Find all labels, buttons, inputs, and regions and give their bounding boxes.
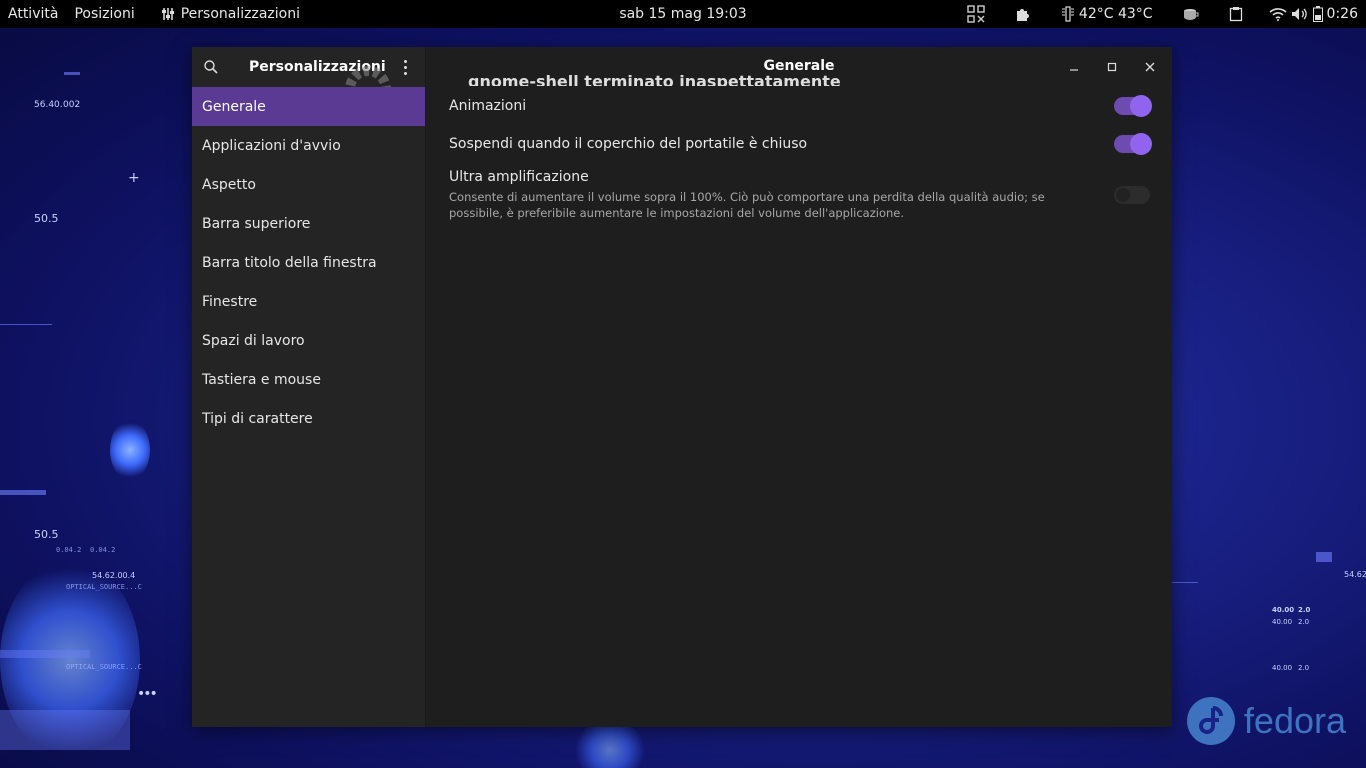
clipboard-icon	[1229, 7, 1242, 22]
sidebar-list: Generale Applicazioni d'avvio Aspetto Ba…	[192, 87, 425, 438]
wallpaper-label: 40.00	[1272, 606, 1295, 614]
content-pane: Generale gnome-shell terminato inaspetta…	[426, 47, 1172, 727]
menu-button[interactable]	[397, 57, 413, 77]
app-menu[interactable]: Personalizzazioni	[143, 6, 300, 22]
wallpaper-label: 2.0	[1298, 618, 1310, 626]
battery-icon	[1312, 6, 1323, 22]
wallpaper-label: 40.00	[1272, 664, 1293, 672]
top-bar: Attività Posizioni Personalizzazioni sab…	[0, 0, 1366, 28]
caffeine-indicator[interactable]	[1175, 0, 1207, 28]
setting-row-ultra-amplificazione: Ultra amplificazione Consente di aumenta…	[449, 163, 1150, 221]
fedora-wordmark: fedora	[1243, 700, 1346, 741]
wallpaper-label: 0.04.2	[56, 546, 82, 554]
extensions-indicator[interactable]	[1007, 0, 1039, 28]
sidebar-item-finestre[interactable]: Finestre	[192, 282, 425, 321]
fedora-icon	[1186, 697, 1235, 745]
tweaks-icon	[161, 8, 174, 20]
menu-dot	[403, 71, 407, 75]
sidebar-item-tipi-carattere[interactable]: Tipi di carattere	[192, 399, 425, 438]
setting-row-animazioni: Animazioni	[449, 87, 1152, 125]
temperature-readout: 42°C 43°C	[1078, 6, 1153, 22]
wallpaper-label: 54.62.00.4	[92, 571, 136, 580]
wallpaper-label: 50.5	[34, 212, 59, 225]
clipboard-indicator[interactable]	[1221, 0, 1251, 28]
menu-dot	[403, 59, 407, 63]
sidebar-item-barra-titolo[interactable]: Barra titolo della finestra	[192, 243, 425, 282]
plus-icon: +	[128, 170, 140, 186]
sidebar-item-barra-superiore[interactable]: Barra superiore	[192, 204, 425, 243]
close-button[interactable]	[1138, 57, 1162, 77]
wallpaper-label: 54.62	[1344, 570, 1366, 579]
clock[interactable]: sab 15 mag 19:03	[619, 6, 746, 22]
wallpaper-line	[0, 490, 46, 495]
wallpaper-label: 2.0	[1298, 606, 1311, 614]
places-menu[interactable]: Posizioni	[66, 0, 142, 28]
sidebar-item-spazi-lavoro[interactable]: Spazi di lavoro	[192, 321, 425, 360]
sidebar-item-generale[interactable]: Generale	[192, 87, 425, 126]
search-icon	[204, 60, 218, 74]
maximize-button[interactable]	[1100, 57, 1124, 77]
grid-icon	[967, 5, 985, 23]
wallpaper-label: 50.5	[34, 528, 59, 541]
gear-icon	[344, 65, 392, 87]
wallpaper-label: 0.04.2	[90, 546, 116, 554]
puzzle-icon	[1016, 9, 1029, 21]
menu-dot	[403, 65, 407, 69]
volume-icon	[1291, 8, 1307, 20]
fedora-logo: fedora	[1186, 696, 1346, 746]
setting-description: Consente di aumentare il volume sopra il…	[449, 190, 1045, 220]
activities-button[interactable]: Attività	[0, 0, 66, 28]
minimize-icon	[1070, 69, 1078, 71]
settings-list: Animazioni Sospendi quando il coperchio …	[426, 87, 1172, 221]
wallpaper-label: OPTICAL_SOURCE...C	[66, 583, 142, 591]
sidebar-header: Personalizzazioni	[192, 47, 425, 87]
setting-label: Sospendi quando il coperchio del portati…	[449, 136, 808, 152]
workspace-indicator[interactable]	[959, 0, 993, 28]
dots-icon: •••	[137, 686, 158, 702]
wallpaper-line	[1316, 552, 1332, 562]
wallpaper-label: 56.40.	[34, 100, 63, 110]
animazioni-toggle[interactable]	[1114, 95, 1152, 117]
coffee-cup-icon	[1183, 9, 1199, 20]
wallpaper-label: 40.00	[1272, 618, 1293, 626]
wallpaper-glow	[110, 420, 150, 480]
wifi-icon	[1269, 8, 1287, 21]
app-name: Personalizzazioni	[180, 6, 300, 22]
ultra-amplificazione-toggle[interactable]	[1114, 186, 1150, 204]
minimize-button[interactable]	[1062, 57, 1086, 77]
temperature-indicator[interactable]: 42°C 43°C	[1053, 0, 1161, 28]
header-bar: Generale gnome-shell terminato inaspetta…	[426, 47, 1172, 87]
setting-row-sospendi: Sospendi quando il coperchio del portati…	[449, 125, 1152, 163]
system-menu[interactable]: 0:26	[1261, 0, 1366, 28]
wallpaper-line	[0, 324, 52, 325]
sidebar: Personalizzazioni Generale Applicazioni …	[192, 47, 426, 727]
maximize-icon	[1107, 62, 1117, 72]
crash-notice: gnome-shell terminato inaspettatamente	[468, 72, 841, 86]
wallpaper-label: 2.0	[1298, 664, 1310, 672]
setting-label: Ultra amplificazione	[449, 169, 589, 185]
wallpaper-label: 002	[63, 100, 81, 110]
close-icon	[1145, 62, 1155, 72]
wallpaper-line	[0, 650, 90, 658]
thermometer-icon	[1061, 6, 1074, 22]
sidebar-item-tastiera-mouse[interactable]: Tastiera e mouse	[192, 360, 425, 399]
wallpaper-glow	[575, 720, 645, 768]
tweaks-window: Personalizzazioni Generale Applicazioni …	[192, 47, 1172, 727]
sidebar-item-aspetto[interactable]: Aspetto	[192, 165, 425, 204]
search-button[interactable]	[192, 47, 230, 87]
sospendi-toggle[interactable]	[1114, 133, 1152, 155]
wallpaper-label: OPTICAL_SOURCE...C	[66, 663, 142, 671]
time: 0:26	[1326, 6, 1358, 22]
wallpaper-line	[64, 72, 80, 75]
setting-label: Animazioni	[449, 98, 527, 114]
wallpaper-line	[1172, 582, 1198, 583]
sidebar-item-applicazioni-avvio[interactable]: Applicazioni d'avvio	[192, 126, 425, 165]
wallpaper-line	[0, 710, 130, 750]
